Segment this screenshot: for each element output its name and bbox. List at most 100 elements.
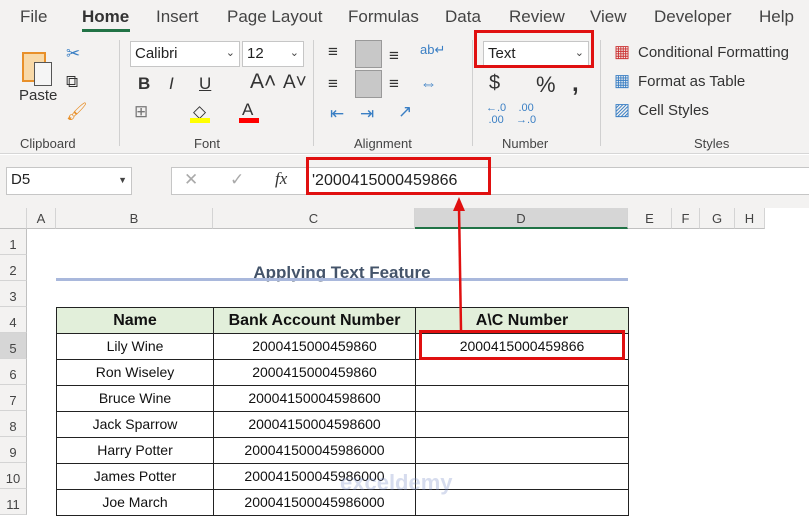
borders-icon[interactable]: ⊞	[134, 102, 148, 122]
table-cell[interactable]: 2000415000459860	[213, 333, 416, 360]
align-right-icon[interactable]: ≡	[389, 74, 399, 94]
conditional-formatting-icon: ▦	[614, 42, 631, 61]
underline-icon[interactable]: U	[199, 74, 211, 94]
row-header-5[interactable]: 5	[0, 333, 27, 359]
chevron-down-icon: ⌄	[225, 47, 235, 59]
table-cell[interactable]	[415, 411, 629, 438]
table-cell[interactable]: 20004150004598600	[213, 411, 416, 438]
column-header-A[interactable]: A	[27, 208, 56, 229]
table-cell[interactable]: 2000415000459860	[213, 359, 416, 386]
table-cell[interactable]: Bruce Wine	[56, 385, 214, 412]
tab-help[interactable]: Help	[759, 7, 794, 27]
increase-indent-icon[interactable]: ⇥	[360, 104, 374, 124]
clipboard-group-label: Clipboard	[20, 136, 76, 151]
decrease-indent-icon[interactable]: ⇤	[330, 104, 344, 124]
divider	[119, 40, 120, 146]
italic-icon[interactable]: I	[169, 74, 174, 94]
column-header-G[interactable]: G	[700, 208, 735, 229]
row-header-9[interactable]: 9	[0, 437, 27, 463]
table-cell[interactable]: Ron Wiseley	[56, 359, 214, 386]
alignment-group-label: Alignment	[354, 136, 412, 151]
insert-function-icon[interactable]: fx	[275, 169, 287, 189]
cell-styles-icon: ▨	[614, 100, 631, 119]
table-header: Name	[56, 307, 214, 334]
tab-view[interactable]: View	[590, 7, 627, 27]
tab-file[interactable]: File	[20, 7, 47, 27]
percent-icon[interactable]: %	[536, 72, 556, 98]
align-left-icon[interactable]: ≡	[328, 74, 338, 94]
font-size-value: 12	[247, 45, 264, 62]
align-middle-button[interactable]	[355, 40, 382, 68]
styles-group-label: Styles	[694, 136, 730, 151]
format-as-table-icon: ▦	[614, 71, 631, 90]
row-header-6[interactable]: 6	[0, 359, 27, 385]
tab-formulas[interactable]: Formulas	[348, 7, 419, 27]
font-name-value: Calibri	[135, 45, 178, 62]
format-painter-icon[interactable]: 🖌	[66, 102, 88, 122]
font-size-dropdown[interactable]: 12 ⌄	[242, 41, 304, 67]
table-cell[interactable]	[415, 385, 629, 412]
column-header-F[interactable]: F	[672, 208, 700, 229]
column-header-B[interactable]: B	[56, 208, 213, 229]
tab-page-layout[interactable]: Page Layout	[227, 7, 322, 27]
format-as-table-button[interactable]: Format as Table	[638, 73, 745, 90]
wrap-text-icon[interactable]: ab↵	[420, 42, 445, 58]
highlight-box-formula	[306, 157, 491, 195]
table-cell[interactable]: 20004150004598600	[213, 385, 416, 412]
font-color-icon[interactable]: A	[242, 100, 253, 120]
table-cell[interactable]: Joe March	[56, 489, 214, 516]
row-header-4[interactable]: 4	[0, 307, 27, 333]
tab-home[interactable]: Home	[82, 7, 129, 27]
increase-decimal-icon[interactable]: ←.0.00	[486, 102, 506, 126]
orientation-icon[interactable]: ↗	[398, 102, 412, 122]
table-cell[interactable]: 200041500045986000	[213, 437, 416, 464]
cut-icon[interactable]: ✂	[66, 44, 80, 64]
row-header-11[interactable]: 11	[0, 489, 27, 515]
currency-icon[interactable]: $	[489, 72, 500, 95]
decrease-decimal-icon[interactable]: .00 →.0	[516, 102, 536, 126]
page-icon	[34, 62, 52, 86]
active-tab-indicator	[82, 29, 130, 32]
chevron-down-icon: ▼	[118, 175, 127, 185]
tab-review[interactable]: Review	[509, 7, 565, 27]
column-header-H[interactable]: H	[735, 208, 765, 229]
comma-style-icon[interactable]: ,	[572, 70, 579, 98]
copy-icon[interactable]: ⧉	[66, 72, 78, 92]
tab-developer[interactable]: Developer	[654, 7, 732, 27]
row-header-7[interactable]: 7	[0, 385, 27, 411]
select-all-button[interactable]	[0, 208, 27, 229]
table-cell[interactable]: Harry Potter	[56, 437, 214, 464]
name-box-value: D5	[11, 171, 31, 188]
title-underline	[56, 278, 628, 281]
table-cell[interactable]	[415, 437, 629, 464]
table-cell[interactable]: Lily Wine	[56, 333, 214, 360]
paste-button[interactable]	[20, 46, 56, 86]
conditional-formatting-button[interactable]: Conditional Formatting	[638, 44, 789, 61]
column-header-C[interactable]: C	[213, 208, 415, 229]
column-header-E[interactable]: E	[628, 208, 672, 229]
table-cell[interactable]: Jack Sparrow	[56, 411, 214, 438]
align-top-icon[interactable]: ≡	[328, 42, 338, 62]
align-bottom-icon[interactable]: ≡	[389, 46, 399, 66]
decrease-font-icon[interactable]: A˅	[283, 72, 307, 94]
number-group-label: Number	[502, 136, 549, 151]
tab-data[interactable]: Data	[445, 7, 481, 27]
row-header-10[interactable]: 10	[0, 463, 27, 489]
row-header-1[interactable]: 1	[0, 229, 27, 255]
row-header-8[interactable]: 8	[0, 411, 27, 437]
bold-icon[interactable]: B	[138, 74, 150, 94]
row-header-3[interactable]: 3	[0, 281, 27, 307]
font-name-dropdown[interactable]: Calibri ⌄	[130, 41, 240, 67]
row-header-2[interactable]: 2	[0, 255, 27, 281]
enter-icon[interactable]: ✓	[230, 170, 244, 190]
cell-styles-button[interactable]: Cell Styles	[638, 102, 709, 119]
cancel-icon[interactable]: ✕	[184, 170, 198, 190]
align-center-button[interactable]	[355, 70, 382, 98]
tab-insert[interactable]: Insert	[156, 7, 199, 27]
table-cell[interactable]: James Potter	[56, 463, 214, 490]
name-box[interactable]: D5 ▼	[6, 167, 132, 195]
column-header-D[interactable]: D	[415, 208, 628, 229]
merge-center-icon[interactable]: ⇔	[420, 74, 437, 94]
table-cell[interactable]	[415, 359, 629, 386]
increase-font-icon[interactable]: A˄	[250, 70, 276, 94]
